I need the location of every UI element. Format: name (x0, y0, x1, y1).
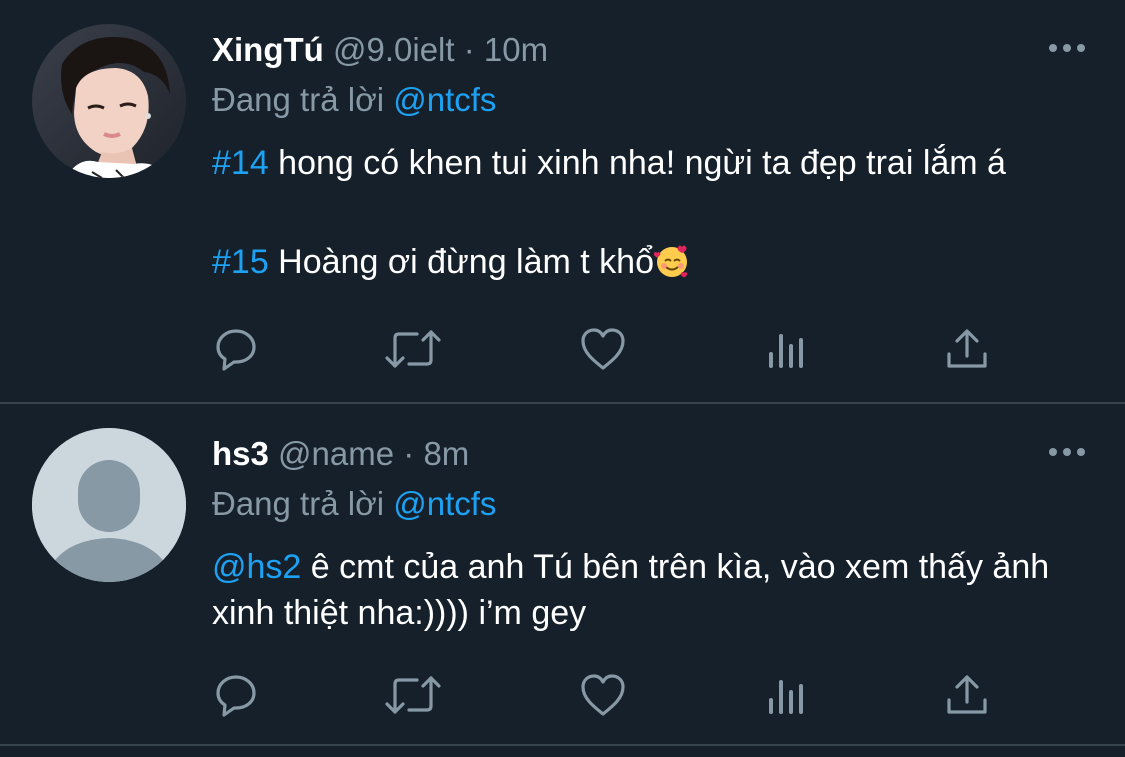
tweet-header: hs3 @name · 8m (212, 434, 469, 474)
analytics-button[interactable] (762, 326, 812, 376)
reply-button[interactable] (212, 672, 262, 722)
share-upload-icon (944, 326, 990, 377)
smiling-face-with-hearts-emoji (653, 243, 690, 291)
analytics-bars-icon (765, 326, 809, 377)
tweet[interactable]: hs3 @name · 8m Đang trả lời @ntcfs @hs2 … (0, 404, 1125, 744)
reply-button[interactable] (212, 326, 262, 376)
retweet-button[interactable] (385, 672, 441, 723)
tweet-text-line: #14 hong có khen tui xinh nha! ngừi ta đ… (212, 140, 1072, 186)
tweet-header: XingTú @9.0ielt · 10m (212, 30, 548, 70)
display-name[interactable]: XingTú (212, 31, 324, 68)
heart-icon (579, 326, 627, 377)
retweet-button[interactable] (385, 326, 441, 377)
like-button[interactable] (578, 326, 628, 376)
mention-link[interactable]: @hs2 (212, 548, 301, 586)
analytics-bars-icon (765, 672, 809, 723)
timestamp[interactable]: 10m (484, 31, 548, 68)
share-upload-icon (944, 672, 990, 723)
timestamp[interactable]: 8m (423, 435, 469, 472)
share-button[interactable] (942, 326, 992, 376)
reply-prefix: Đang trả lời (212, 485, 385, 522)
tweet-text-line: #15 Hoàng ơi đừng làm t khổ (212, 239, 1072, 291)
tweet[interactable]: XingTú @9.0ielt · 10m Đang trả lời @ntcf… (0, 0, 1125, 402)
tweet-text-line: @hs2 ê cmt của anh Tú bên trên kìa, vào … (212, 544, 1072, 636)
reply-mention-link[interactable]: @ntcfs (393, 485, 496, 522)
reply-bubble-icon (214, 672, 260, 723)
divider (0, 744, 1125, 746)
tweet-actions (212, 326, 1002, 376)
user-handle[interactable]: @9.0ielt (333, 31, 455, 68)
hashtag-link[interactable]: #15 (212, 243, 269, 281)
reply-prefix: Đang trả lời (212, 81, 385, 118)
retweet-icon (385, 326, 441, 377)
reply-mention-link[interactable]: @ntcfs (393, 81, 496, 118)
separator-dot: · (463, 31, 475, 68)
like-button[interactable] (578, 672, 628, 722)
tweet-text: hong có khen tui xinh nha! ngừi ta đẹp t… (268, 144, 1006, 182)
avatar[interactable] (32, 24, 186, 178)
hashtag-link[interactable]: #14 (212, 144, 269, 182)
user-handle[interactable]: @name (278, 435, 394, 472)
more-horizontal-icon[interactable] (1047, 40, 1087, 56)
tweet-text: Hoàng ơi đừng làm t khổ (268, 243, 654, 281)
replying-to: Đang trả lời @ntcfs (212, 484, 496, 524)
analytics-button[interactable] (762, 672, 812, 722)
replying-to: Đang trả lời @ntcfs (212, 80, 496, 120)
default-avatar[interactable] (32, 428, 186, 582)
tweet-text: ê cmt của anh Tú bên trên kìa, vào xem t… (212, 548, 1050, 632)
retweet-icon (385, 672, 441, 723)
tweet-actions (212, 672, 1002, 722)
share-button[interactable] (942, 672, 992, 722)
separator-dot: · (403, 435, 415, 472)
more-horizontal-icon[interactable] (1047, 444, 1087, 460)
heart-icon (579, 672, 627, 723)
reply-bubble-icon (214, 326, 260, 377)
display-name[interactable]: hs3 (212, 435, 269, 472)
